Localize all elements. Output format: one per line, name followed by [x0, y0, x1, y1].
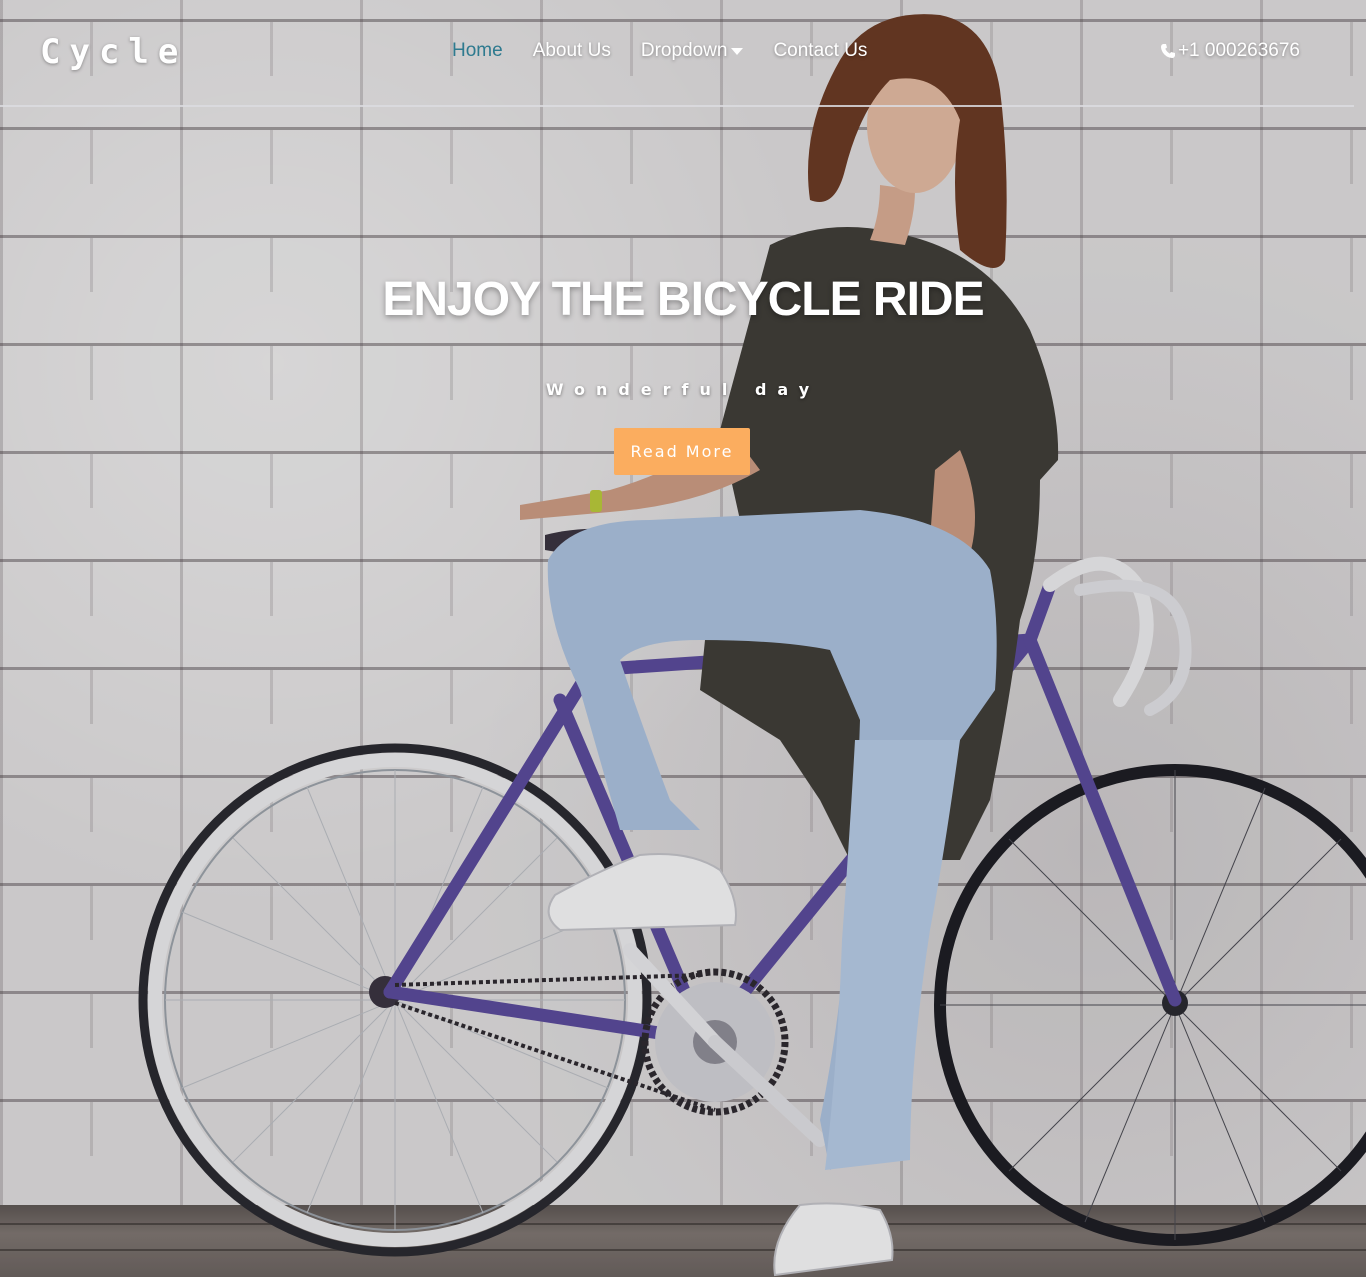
- hero-title: ENJOY THE BICYCLE RIDE: [382, 273, 984, 326]
- nav-item-about-us[interactable]: About Us: [533, 40, 611, 62]
- site-logo[interactable]: Cycle: [40, 32, 187, 72]
- caret-down-icon: [731, 47, 744, 55]
- nav-item-contact-us[interactable]: Contact Us: [773, 40, 867, 62]
- read-more-button[interactable]: Read More: [614, 428, 750, 475]
- site-header: Cycle Home About Us Dropdown Contact Us …: [0, 0, 1366, 107]
- nav-item-home[interactable]: Home: [452, 40, 503, 62]
- hero-subtitle: Wonderful day: [545, 380, 821, 399]
- nav-item-label: Contact Us: [773, 40, 868, 61]
- nav-item-label: About Us: [532, 40, 611, 61]
- nav-item-label: Home: [452, 40, 503, 61]
- image-overlay: [0, 0, 1366, 1277]
- header-divider: [0, 105, 1354, 107]
- phone-number: +1 000263676: [1177, 40, 1300, 61]
- phone-link[interactable]: +1 000263676: [1160, 40, 1300, 62]
- nav-item-label: Dropdown: [640, 40, 728, 61]
- hero-section: [0, 0, 1366, 1277]
- nav-item-dropdown[interactable]: Dropdown: [641, 40, 744, 62]
- phone-icon: [1160, 44, 1175, 58]
- main-nav: Home About Us Dropdown Contact Us: [452, 40, 867, 62]
